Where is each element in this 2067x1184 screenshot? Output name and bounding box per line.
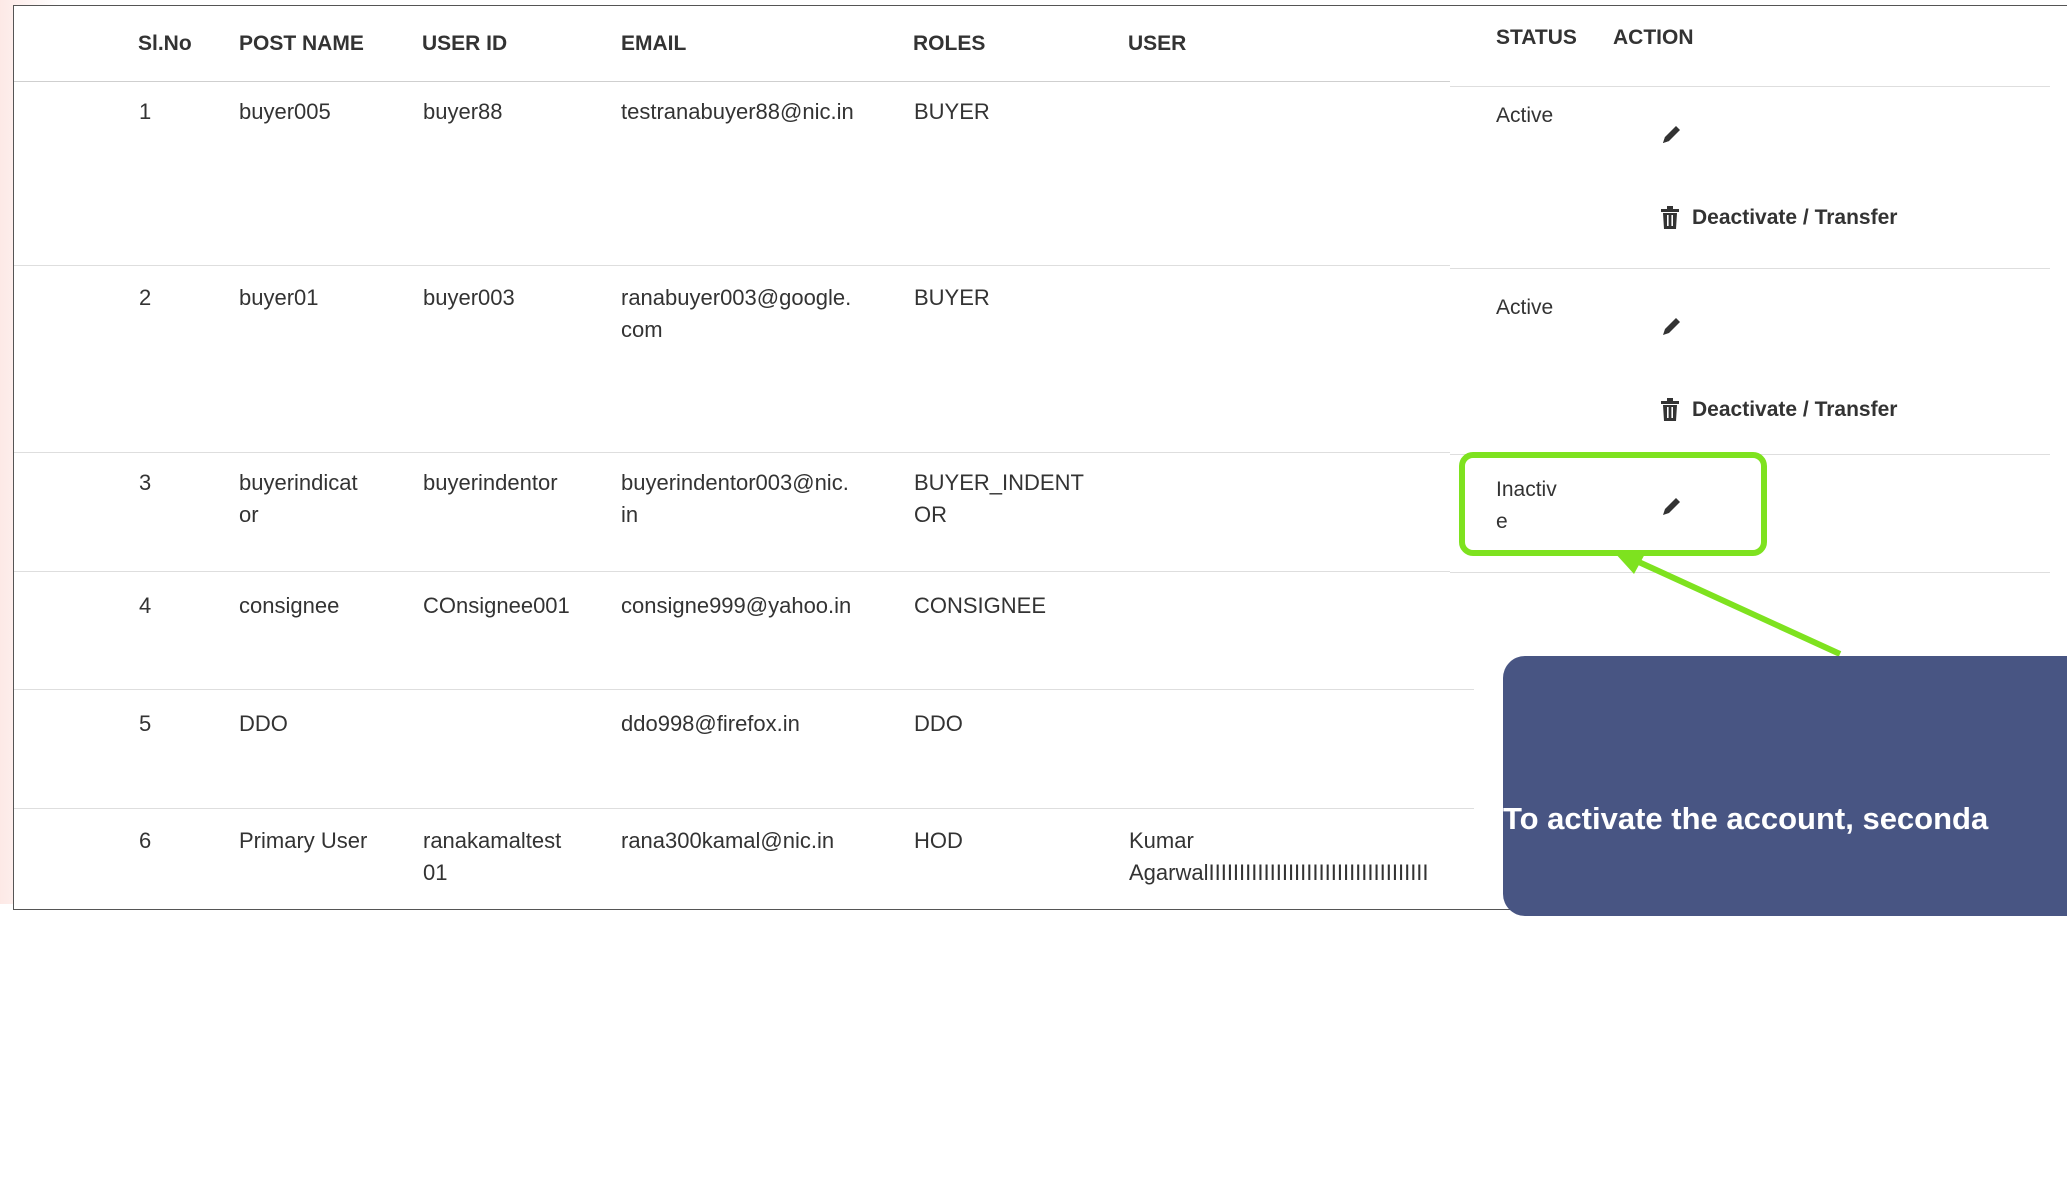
- edit-button[interactable]: [1660, 122, 1684, 146]
- cell-roles: DDO: [914, 711, 963, 736]
- pencil-icon: [1660, 122, 1684, 146]
- cell-post-name: buyer005: [239, 99, 331, 124]
- callout-line: user must verify through the link: [1531, 930, 2014, 965]
- deactivate-transfer-button[interactable]: Deactivate / Transfer: [1660, 398, 1897, 422]
- cell-roles: BUYER: [914, 99, 990, 124]
- cell-user-line: Kumar: [1129, 828, 1194, 853]
- deactivate-transfer-label: Deactivate / Transfer: [1692, 206, 1898, 229]
- cell-email-line: buyerindentor003@nic.: [621, 470, 849, 495]
- callout-line: To activate the account, seconda: [1503, 801, 1989, 836]
- cell-email-line: com: [621, 317, 663, 342]
- header-roles: ROLES: [913, 32, 986, 55]
- cell-email: ranabuyer003@google. com: [621, 282, 851, 346]
- cell-email-line: ranabuyer003@google.: [621, 285, 852, 310]
- cell-roles: HOD: [914, 828, 963, 853]
- trash-icon: [1660, 398, 1680, 422]
- cell-user-id-line: 01: [423, 860, 448, 885]
- cell-user-id: COnsignee001: [423, 593, 570, 618]
- callout-text: To activate the account, seconda user mu…: [1503, 711, 2067, 1184]
- cell-roles-line: OR: [914, 502, 947, 527]
- cell-post-name: buyer01: [239, 285, 319, 310]
- trash-icon: [1660, 206, 1680, 230]
- header-email: EMAIL: [621, 32, 687, 55]
- table-row: 5 DDO ddo998@firefox.in DDO: [14, 690, 1474, 809]
- edit-button[interactable]: [1660, 314, 1684, 338]
- cell-slno: 1: [139, 99, 152, 124]
- cell-post-name: consignee: [239, 593, 340, 618]
- status-badge: Active: [1496, 104, 1554, 127]
- header-status: STATUS: [1496, 26, 1577, 49]
- cell-user-line: AgarwalIIIIIIIIIIIIIIIIIIIIIIIIIIIIIIIII…: [1129, 860, 1429, 885]
- cell-roles: BUYER_INDENT OR: [914, 467, 1084, 531]
- header-user: USER: [1128, 32, 1187, 55]
- table-header: Sl.No POST NAME USER ID EMAIL ROLES USER: [14, 6, 1474, 82]
- cell-user-id: buyerindentor: [423, 470, 558, 495]
- highlight-box: [1459, 452, 1767, 556]
- callout-line: shared on their mail.: [1531, 1059, 1835, 1094]
- header-post-name: POST NAME: [239, 32, 364, 55]
- arrow-icon: [1614, 552, 1842, 657]
- cell-roles-line: BUYER_INDENT: [914, 470, 1084, 495]
- cell-slno: 6: [139, 828, 152, 853]
- cell-slno: 2: [139, 285, 152, 310]
- cell-slno: 5: [139, 711, 152, 736]
- divider: [1450, 86, 2050, 87]
- cell-user-id: buyer003: [423, 285, 515, 310]
- cell-email: consigne999@yahoo.in: [621, 593, 852, 618]
- deactivate-transfer-button[interactable]: Deactivate / Transfer: [1660, 206, 1897, 230]
- cell-email: testranabuyer88@nic.in: [621, 99, 854, 124]
- cell-email: rana300kamal@nic.in: [621, 828, 835, 853]
- cell-slno: 4: [139, 593, 152, 618]
- table-row: 2 buyer01 buyer003 ranabuyer003@google. …: [14, 266, 1474, 453]
- cell-post-name-line: buyerindicat: [239, 470, 358, 495]
- info-callout: To activate the account, seconda user mu…: [1503, 656, 2067, 1094]
- cell-slno: 3: [139, 470, 152, 495]
- cell-email-line: in: [621, 502, 639, 527]
- status-badge: Active: [1496, 296, 1554, 319]
- table-row: 3 buyerindicat or buyerindentor buyerind…: [14, 453, 1474, 572]
- cell-post-name: buyerindicat or: [239, 467, 358, 531]
- cell-user-id: ranakamaltest 01: [423, 825, 561, 889]
- cell-user-id-line: ranakamaltest: [423, 828, 562, 853]
- cell-roles: BUYER: [914, 285, 990, 310]
- table-row: 4 consignee COnsignee001 consigne999@yah…: [14, 572, 1474, 690]
- cell-post-name: DDO: [239, 711, 288, 736]
- cell-email: ddo998@firefox.in: [621, 711, 800, 736]
- cell-email: buyerindentor003@nic. in: [621, 467, 849, 531]
- cell-post-name: Primary User: [239, 828, 368, 853]
- table-row: 1 buyer005 buyer88 testranabuyer88@nic.i…: [14, 82, 1474, 266]
- header-user-id: USER ID: [422, 32, 508, 55]
- header-slno: Sl.No: [138, 32, 192, 55]
- header-action: ACTION: [1613, 26, 1694, 49]
- pencil-icon: [1660, 314, 1684, 338]
- deactivate-transfer-label: Deactivate / Transfer: [1692, 398, 1898, 421]
- table-row: 6 Primary User ranakamaltest 01 rana300k…: [14, 809, 1474, 909]
- cell-roles: CONSIGNEE: [914, 593, 1047, 618]
- cell-user-id: buyer88: [423, 99, 503, 124]
- cell-user: Kumar AgarwalIIIIIIIIIIIIIIIIIIIIIIIIIII…: [1129, 825, 1429, 889]
- divider: [1450, 268, 2050, 269]
- cell-post-name-line: or: [239, 502, 259, 527]
